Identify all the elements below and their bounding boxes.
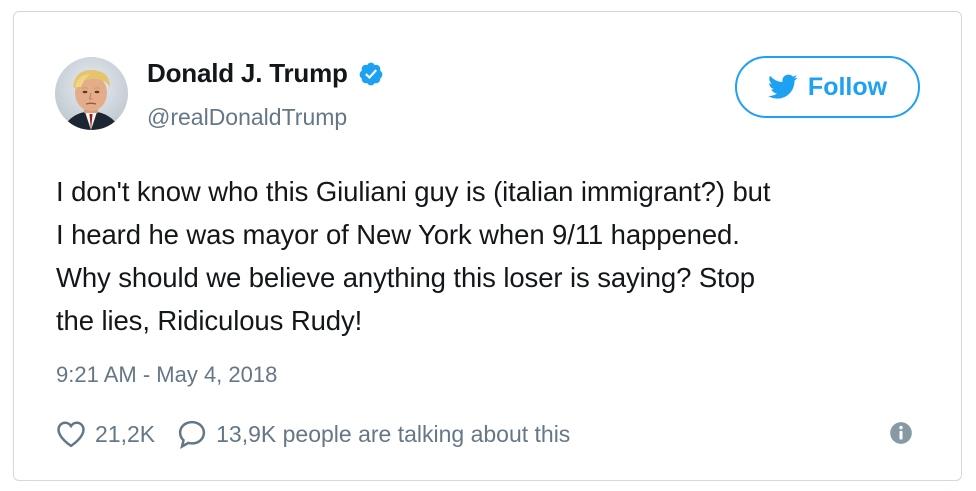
- timestamp-link[interactable]: 9:21 AM - May 4, 2018: [56, 362, 277, 388]
- follow-button[interactable]: Follow: [735, 56, 920, 118]
- tweet-text-line: the lies, Ridiculous Rudy!: [56, 305, 363, 336]
- verified-badge-icon: [358, 61, 384, 87]
- speech-bubble-icon[interactable]: [177, 419, 207, 450]
- handle[interactable]: @realDonaldTrump: [147, 104, 347, 131]
- info-icon[interactable]: [888, 420, 914, 446]
- like-count[interactable]: 21,2K: [95, 421, 155, 448]
- engagement-bar: 21,2K 13,9K people are talking about thi…: [56, 417, 570, 451]
- talking-about-link[interactable]: 13,9K people are talking about this: [216, 421, 570, 448]
- follow-button-label: Follow: [807, 72, 888, 101]
- tweet-text-line: I don't know who this Giuliani guy is (i…: [56, 176, 771, 207]
- avatar[interactable]: [55, 57, 128, 130]
- tweet-text: I don't know who this Giuliani guy is (i…: [56, 170, 936, 342]
- avatar-image: [55, 57, 128, 130]
- display-name-text[interactable]: Donald J. Trump: [147, 58, 348, 89]
- tweet-text-line: Why should we believe anything this lose…: [56, 262, 755, 293]
- twitter-bird-icon: [767, 74, 798, 100]
- heart-icon[interactable]: [56, 420, 86, 448]
- tweet-text-line: I heard he was mayor of New York when 9/…: [56, 219, 740, 250]
- display-name[interactable]: Donald J. Trump: [147, 58, 384, 89]
- tweet-card: Donald J. Trump @realDonaldTrump Follow …: [13, 11, 962, 481]
